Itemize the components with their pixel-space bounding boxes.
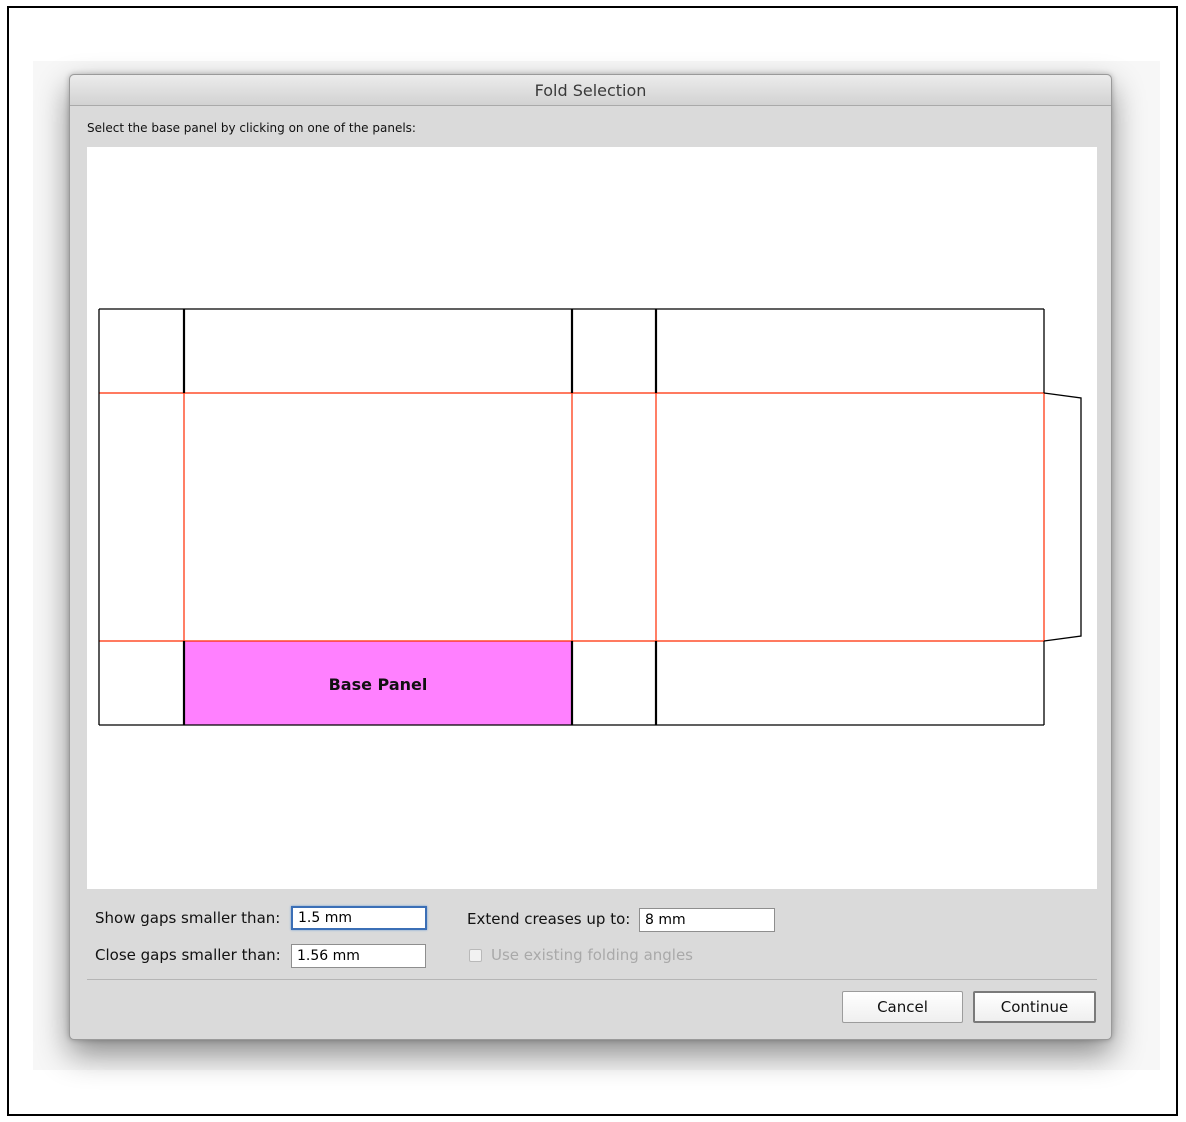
cancel-button[interactable]: Cancel (842, 991, 963, 1023)
close-gaps-input[interactable] (291, 944, 426, 968)
dieline-diagram[interactable]: Base Panel (87, 147, 1097, 889)
close-gaps-label: Close gaps smaller than: (95, 946, 281, 964)
panel-front[interactable] (184, 393, 572, 641)
panel-top-flap-left[interactable] (99, 309, 184, 393)
panel-bottom-flap-side[interactable] (572, 641, 656, 725)
show-gaps-label: Show gaps smaller than: (95, 909, 281, 927)
base-panel-label: Base Panel (329, 675, 428, 694)
panel-back[interactable] (656, 393, 1044, 641)
extend-creases-input[interactable] (639, 908, 775, 932)
continue-button[interactable]: Continue (973, 991, 1096, 1023)
panel-top-flap-back[interactable] (656, 309, 1044, 393)
panel-bottom-flap-back[interactable] (656, 641, 1044, 725)
use-folding-angles-label: Use existing folding angles (491, 946, 694, 964)
dialog-title: Fold Selection (70, 75, 1111, 106)
instruction-text: Select the base panel by clicking on one… (87, 121, 416, 135)
panel-top-flap-side[interactable] (572, 309, 656, 393)
panel-canvas[interactable]: Base Panel (87, 147, 1097, 889)
panel-glue-flap[interactable] (1044, 393, 1081, 641)
divider (87, 979, 1097, 980)
panel-side-right[interactable] (572, 393, 656, 641)
fold-selection-dialog: Fold Selection Select the base panel by … (69, 74, 1112, 1040)
show-gaps-input[interactable] (291, 906, 427, 930)
use-folding-angles-checkbox[interactable] (469, 949, 482, 962)
panel-bottom-flap-left[interactable] (99, 641, 184, 725)
panel-top-flap-front[interactable] (184, 309, 572, 393)
panel-side-left[interactable] (99, 393, 184, 641)
extend-creases-label: Extend creases up to: (467, 910, 631, 928)
